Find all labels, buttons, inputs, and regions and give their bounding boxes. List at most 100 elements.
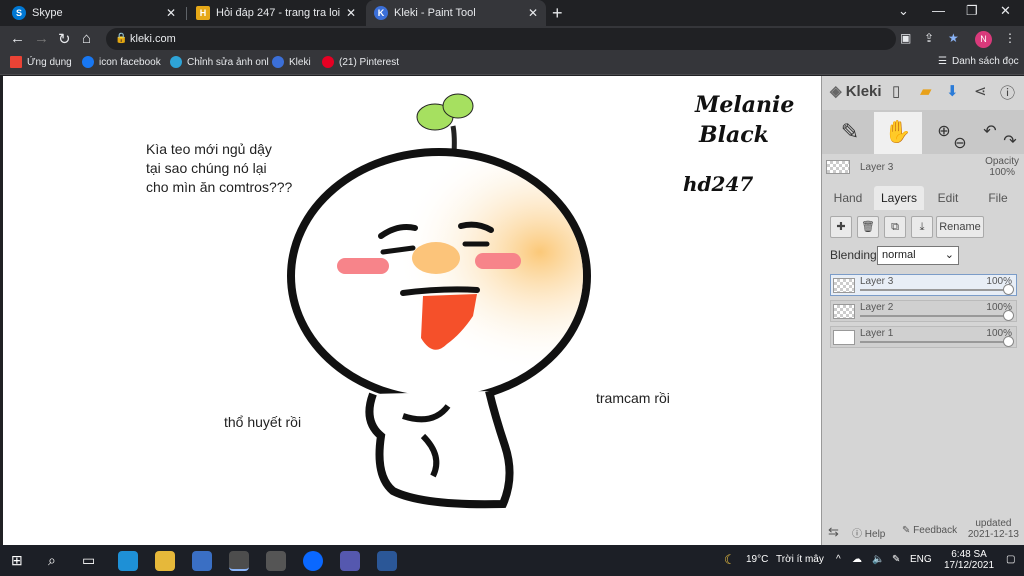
- layer-item-2[interactable]: Layer 2 100%: [830, 300, 1017, 322]
- teams-icon[interactable]: [340, 551, 360, 571]
- layer-item-1[interactable]: Layer 1 100%: [830, 326, 1017, 348]
- back-icon[interactable]: ←: [10, 30, 25, 47]
- reading-list[interactable]: ☰ Danh sách đọc: [938, 56, 1019, 67]
- help-icon[interactable]: ⓘ: [1000, 82, 1015, 103]
- browser-toolbar: ← → ↻ ⌂ 🔒 kleki.com ▣ ⇪ ★ N ⋮: [0, 26, 1024, 52]
- help-button[interactable]: ⓘ Help: [852, 525, 885, 540]
- caption-line: tại sao chúng nó lại: [146, 160, 267, 176]
- weather-icon: ☾: [724, 552, 736, 567]
- menu-icon[interactable]: ⋮: [1004, 31, 1016, 45]
- layer-opacity-slider[interactable]: [860, 284, 1014, 295]
- language-indicator[interactable]: ENG: [910, 554, 932, 565]
- windows-start-icon[interactable]: ⊞: [11, 552, 23, 569]
- close-window-icon[interactable]: ✕: [1000, 3, 1011, 19]
- feedback-button[interactable]: ✎ Feedback: [902, 525, 957, 536]
- merge-layer-button[interactable]: ⤓: [911, 216, 933, 238]
- new-file-icon[interactable]: ▯: [892, 82, 900, 100]
- clock[interactable]: 6:48 SA 17/12/2021: [944, 549, 994, 571]
- store-icon[interactable]: [192, 551, 212, 571]
- notification-icon[interactable]: ▢: [1006, 554, 1015, 565]
- tab-edit[interactable]: Edit: [928, 186, 968, 210]
- bookmark-kleki[interactable]: Kleki: [272, 56, 311, 68]
- tab-search-icon[interactable]: ⌄: [898, 3, 909, 19]
- minimize-icon[interactable]: —: [932, 3, 945, 18]
- handwriting-melanie: Melanie: [695, 92, 795, 118]
- blending-select[interactable]: normal ⌄: [877, 246, 959, 265]
- reading-list-icon: ☰: [938, 56, 947, 67]
- weather-temp[interactable]: 19°C: [746, 554, 768, 565]
- delete-layer-button[interactable]: 🗑: [857, 216, 879, 238]
- slider-knob[interactable]: [1003, 310, 1014, 321]
- word-icon[interactable]: [377, 551, 397, 571]
- layer-item-3[interactable]: Layer 3 100%: [830, 274, 1017, 296]
- bookmark-chinh-sua[interactable]: Chỉnh sửa ảnh onl: [170, 56, 269, 68]
- bookmark-label: icon facebook: [99, 56, 161, 68]
- profile-avatar[interactable]: N: [975, 31, 992, 48]
- tab-hand[interactable]: Hand: [826, 186, 870, 210]
- bookmarks-bar: Ứng dụng icon facebook Chỉnh sửa ảnh onl…: [0, 52, 1024, 75]
- tab-kleki[interactable]: K Kleki - Paint Tool ✕: [366, 0, 546, 26]
- swap-icon[interactable]: ⇆: [828, 524, 839, 540]
- close-icon[interactable]: ✕: [346, 6, 356, 20]
- open-folder-icon[interactable]: ▰: [920, 82, 932, 100]
- pen-icon[interactable]: ✎: [892, 554, 900, 565]
- reload-icon[interactable]: ↻: [58, 30, 71, 48]
- forward-icon[interactable]: →: [34, 30, 49, 47]
- chevron-down-icon: ⌄: [944, 249, 954, 261]
- zalo-icon[interactable]: [303, 551, 323, 571]
- tab-skype[interactable]: S Skype ✕: [4, 0, 184, 26]
- home-icon[interactable]: ⌂: [82, 30, 91, 47]
- close-icon[interactable]: ✕: [528, 6, 538, 20]
- layer-opacity-slider[interactable]: [860, 310, 1014, 321]
- feedback-label: Feedback: [913, 525, 958, 536]
- kleki-icon: [272, 56, 284, 68]
- caption-line: Kìa teo mới ngủ dậy: [146, 141, 272, 157]
- skype-icon: S: [12, 6, 26, 20]
- hand-tool-icon[interactable]: ✋: [874, 112, 922, 154]
- tray-chevron-icon[interactable]: ^: [836, 554, 841, 565]
- layer-thumb: [833, 278, 855, 293]
- tab-layers[interactable]: Layers: [874, 186, 924, 210]
- share-icon[interactable]: ⋖: [974, 82, 987, 100]
- search-icon[interactable]: ⌕: [48, 552, 56, 569]
- add-layer-button[interactable]: ✚: [830, 216, 852, 238]
- bookmark-pinterest[interactable]: (21) Pinterest: [322, 56, 399, 68]
- new-tab-button[interactable]: +: [552, 3, 563, 24]
- file-explorer-icon[interactable]: [155, 551, 175, 571]
- layer-name: Layer 2: [860, 302, 894, 313]
- tab-title: Hỏi đáp 247 - trang tra loi: [216, 7, 341, 19]
- restore-icon[interactable]: ❐: [966, 3, 978, 19]
- task-view-icon[interactable]: ▭: [82, 552, 95, 569]
- bookmark-star-icon[interactable]: ★: [948, 31, 959, 45]
- reading-list-label: Danh sách đọc: [951, 56, 1019, 67]
- tab-hoidap[interactable]: H Hỏi đáp 247 - trang tra loi ✕: [188, 0, 364, 26]
- url-text: kleki.com: [130, 33, 176, 45]
- chrome-icon[interactable]: [229, 551, 249, 571]
- weather-desc[interactable]: Trời ít mây: [776, 554, 824, 565]
- slider-knob[interactable]: [1003, 284, 1014, 295]
- tab-file[interactable]: File: [978, 186, 1018, 210]
- edge-icon[interactable]: [118, 551, 138, 571]
- camera-icon[interactable]: [266, 551, 286, 571]
- slider-knob[interactable]: [1003, 336, 1014, 347]
- address-bar[interactable]: 🔒 kleki.com: [106, 28, 896, 50]
- translate-icon[interactable]: ▣: [900, 31, 911, 45]
- share-icon[interactable]: ⇪: [924, 31, 934, 45]
- download-icon[interactable]: ⬇: [946, 82, 959, 100]
- duplicate-layer-button[interactable]: ⧉: [884, 216, 906, 238]
- cloud-icon[interactable]: ☁: [852, 554, 862, 565]
- bookmark-apps[interactable]: Ứng dụng: [10, 56, 72, 68]
- layer-thumb: [833, 330, 855, 345]
- opacity-value: 100%: [989, 167, 1015, 178]
- help-label: Help: [864, 529, 886, 540]
- apps-grid-icon: [10, 56, 22, 68]
- layer-thumb: [833, 304, 855, 319]
- rename-layer-button[interactable]: Rename: [936, 216, 984, 238]
- bookmark-icon-facebook[interactable]: icon facebook: [82, 56, 161, 68]
- current-layer-info: Layer 3 Opacity 100%: [822, 156, 1024, 180]
- drawing-canvas[interactable]: Kìa teo mới ngủ dậy tại sao chúng nó lại…: [0, 76, 821, 545]
- volume-icon[interactable]: 🔈: [872, 554, 884, 565]
- brush-tool-icon[interactable]: ✎: [826, 112, 874, 154]
- layer-opacity-slider[interactable]: [860, 336, 1014, 347]
- close-icon[interactable]: ✕: [166, 6, 176, 20]
